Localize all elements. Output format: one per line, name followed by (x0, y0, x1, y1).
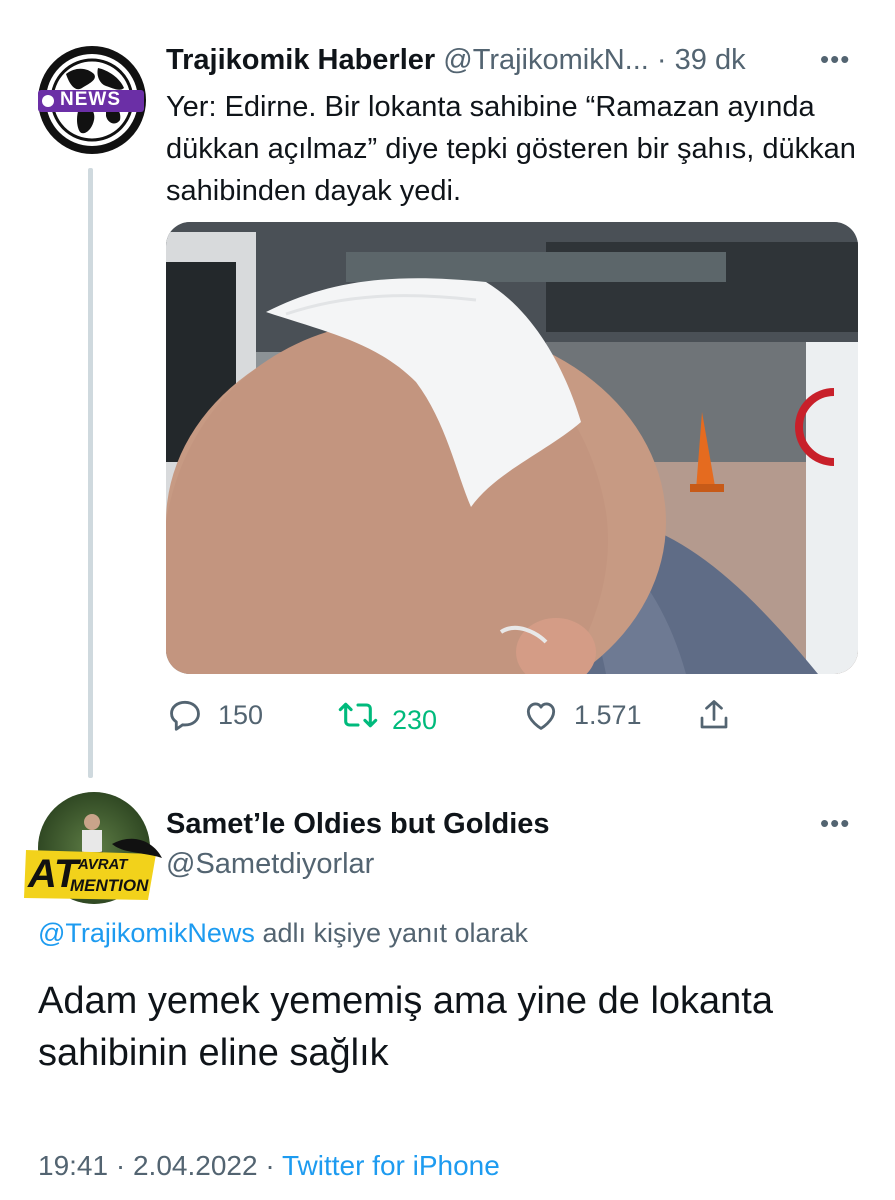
retweet-icon (338, 702, 378, 728)
more-options-icon[interactable]: ••• (820, 44, 850, 75)
tweet-header: Trajikomik Haberler @TrajikomikN... · 39… (166, 42, 746, 78)
meta-separator-2: · (257, 1150, 282, 1181)
replying-to-link[interactable]: @TrajikomikNews (38, 918, 255, 948)
retweet-count: 230 (392, 704, 438, 735)
reply-time[interactable]: 19:41 (38, 1150, 108, 1181)
reply-text: Adam yemek yememiş ama yine de lokanta s… (38, 980, 773, 1074)
reply-source[interactable]: Twitter for iPhone (282, 1150, 500, 1181)
reply-meta: 19:41 · 2.04.2022 · Twitter for iPhone (38, 1150, 500, 1182)
reply-date[interactable]: 2.04.2022 (133, 1150, 258, 1181)
avatar-sametdiyorlar[interactable]: AT AVRAT MENTION (24, 792, 166, 910)
meta-separator-1: · (108, 1150, 133, 1181)
reply-count: 150 (218, 699, 264, 730)
avatar-news-badge: NEWS (60, 89, 121, 110)
share-icon (700, 700, 728, 729)
reply-author-handle[interactable]: @Sametdiyorlar (166, 848, 374, 881)
header-separator: · (656, 44, 667, 76)
like-count: 1.571 (574, 699, 642, 730)
reply-action[interactable]: 150 (166, 690, 263, 740)
avatar-text-mention: MENTION (70, 876, 149, 895)
like-icon (526, 702, 556, 730)
reply-icon (170, 700, 200, 731)
author-handle[interactable]: @TrajikomikN... (443, 44, 649, 76)
replying-to: @TrajikomikNews adlı kişiye yanıt olarak (38, 918, 528, 949)
tweet-actions: 150 230 1.571 (166, 690, 866, 740)
tweet-photo[interactable] (166, 222, 858, 674)
retweet-action[interactable]: 230 (338, 690, 437, 740)
avatar-trajikomik[interactable]: NEWS (36, 44, 148, 156)
tweet-text: Yer: Edirne. Bir lokanta sahibine “Ramaz… (166, 91, 856, 207)
reply-more-options-icon[interactable]: ••• (820, 808, 850, 839)
share-action[interactable] (696, 690, 732, 740)
thread-connector-line (88, 168, 93, 778)
reply-author-name[interactable]: Samet’le Oldies but Goldies (166, 808, 550, 841)
replying-to-suffix: adlı kişiye yanıt olarak (254, 918, 529, 948)
author-name[interactable]: Trajikomik Haberler (166, 44, 435, 76)
like-action[interactable]: 1.571 (522, 690, 642, 740)
avatar-text-avrat: AVRAT (78, 856, 128, 873)
tweet-time[interactable]: 39 dk (675, 44, 746, 76)
photo-bandaged-head (166, 222, 858, 674)
